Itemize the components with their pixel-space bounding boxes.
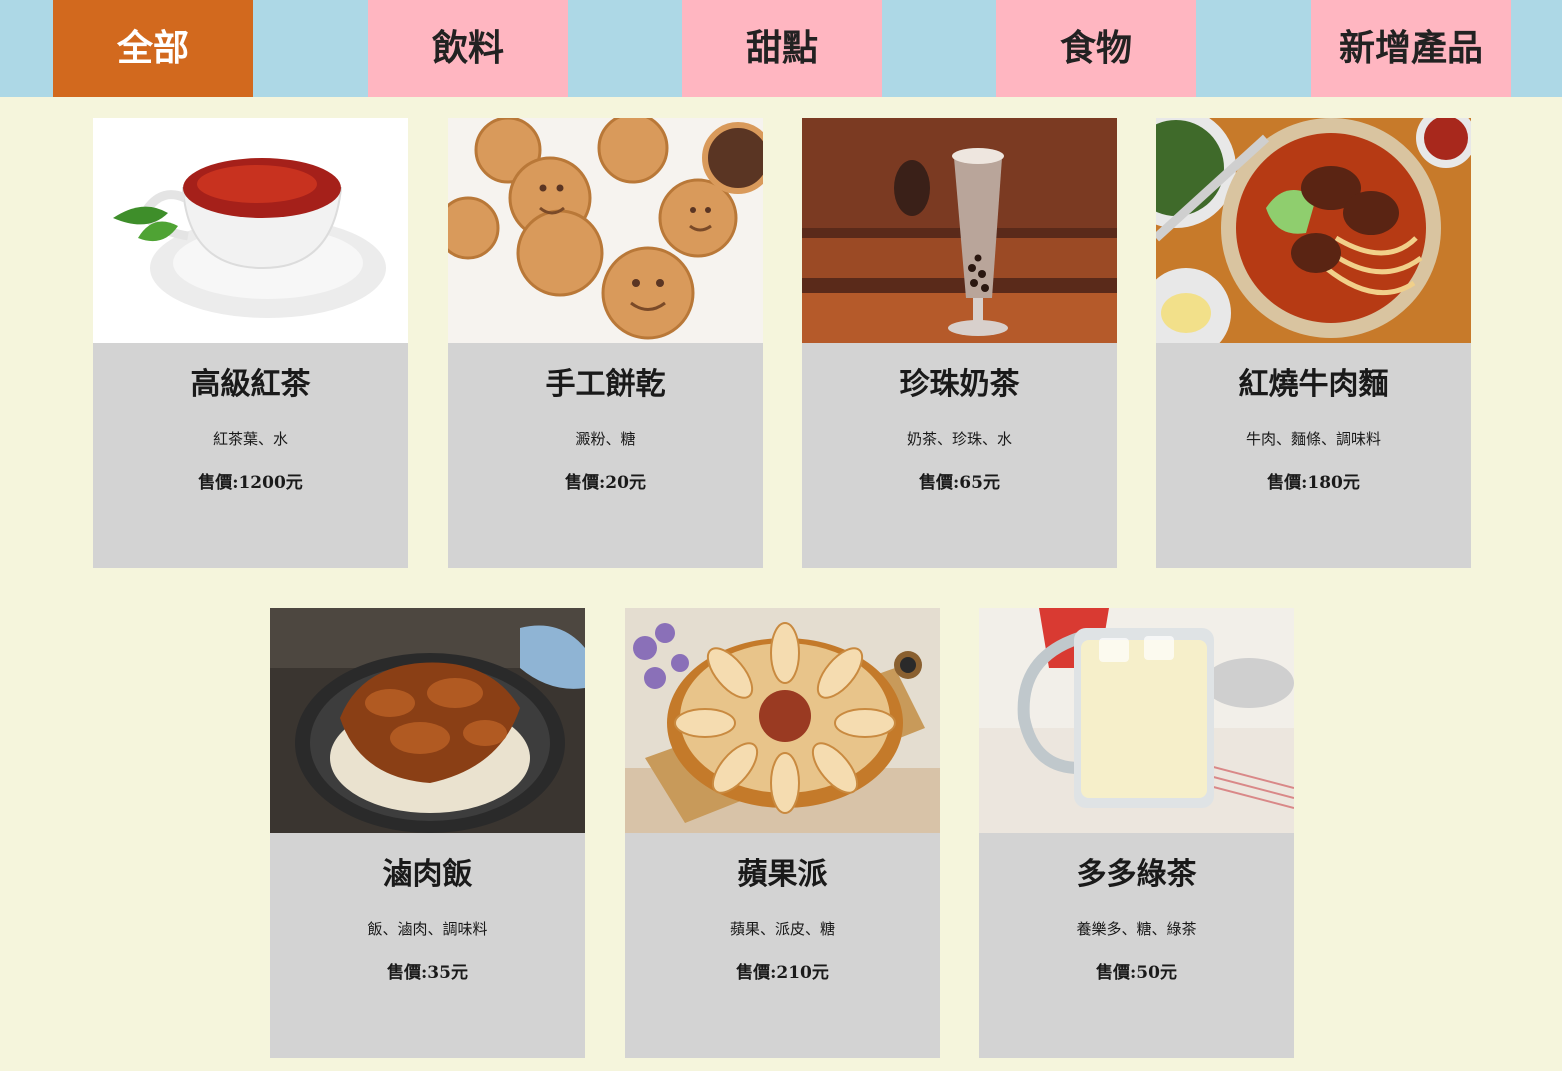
product-price: 售價:180元	[1267, 473, 1360, 493]
product-image	[979, 608, 1294, 833]
product-price: 售價:50元	[1096, 963, 1177, 983]
product-card[interactable]: 手工餅乾 澱粉、糖 售價:20元	[448, 118, 763, 568]
product-price: 售價:1200元	[198, 473, 303, 493]
product-name: 多多綠茶	[1076, 857, 1197, 892]
product-price: 售價:20元	[565, 473, 646, 493]
tab-desserts[interactable]: 甜點	[682, 0, 882, 97]
product-ingredients: 養樂多、糖、綠茶	[1076, 920, 1197, 938]
product-name: 蘋果派	[737, 857, 828, 892]
product-name: 高級紅茶	[190, 367, 311, 402]
product-image	[270, 608, 585, 833]
product-ingredients: 紅茶葉、水	[212, 430, 288, 448]
product-image	[802, 118, 1117, 343]
product-price: 售價:210元	[736, 963, 829, 983]
product-card[interactable]: 多多綠茶 養樂多、糖、綠茶 售價:50元	[979, 608, 1294, 1058]
product-ingredients: 奶茶、珍珠、水	[906, 430, 1012, 448]
product-name: 手工餅乾	[545, 367, 666, 402]
category-nav: 全部 飲料 甜點 食物 新增產品	[0, 0, 1562, 97]
product-image	[448, 118, 763, 343]
product-image	[1156, 118, 1471, 343]
tab-add-product[interactable]: 新增產品	[1311, 0, 1511, 97]
product-ingredients: 牛肉、麵條、調味料	[1245, 430, 1381, 448]
tab-food[interactable]: 食物	[996, 0, 1196, 97]
product-ingredients: 飯、滷肉、調味料	[367, 920, 488, 938]
product-image	[625, 608, 940, 833]
product-card[interactable]: 珍珠奶茶 奶茶、珍珠、水 售價:65元	[802, 118, 1117, 568]
tab-drinks[interactable]: 飲料	[368, 0, 568, 97]
product-price: 售價:65元	[919, 473, 1000, 493]
product-ingredients: 蘋果、派皮、糖	[729, 920, 835, 938]
product-ingredients: 澱粉、糖	[575, 430, 636, 448]
product-image	[93, 118, 408, 343]
product-name: 滷肉飯	[382, 857, 473, 892]
product-name: 紅燒牛肉麵	[1238, 367, 1389, 402]
product-card[interactable]: 蘋果派 蘋果、派皮、糖 售價:210元	[625, 608, 940, 1058]
product-card[interactable]: 滷肉飯 飯、滷肉、調味料 售價:35元	[270, 608, 585, 1058]
product-price: 售價:35元	[387, 963, 468, 983]
product-card[interactable]: 高級紅茶 紅茶葉、水 售價:1200元	[93, 118, 408, 568]
tab-all[interactable]: 全部	[53, 0, 253, 97]
product-card[interactable]: 紅燒牛肉麵 牛肉、麵條、調味料 售價:180元	[1156, 118, 1471, 568]
product-name: 珍珠奶茶	[899, 367, 1020, 402]
